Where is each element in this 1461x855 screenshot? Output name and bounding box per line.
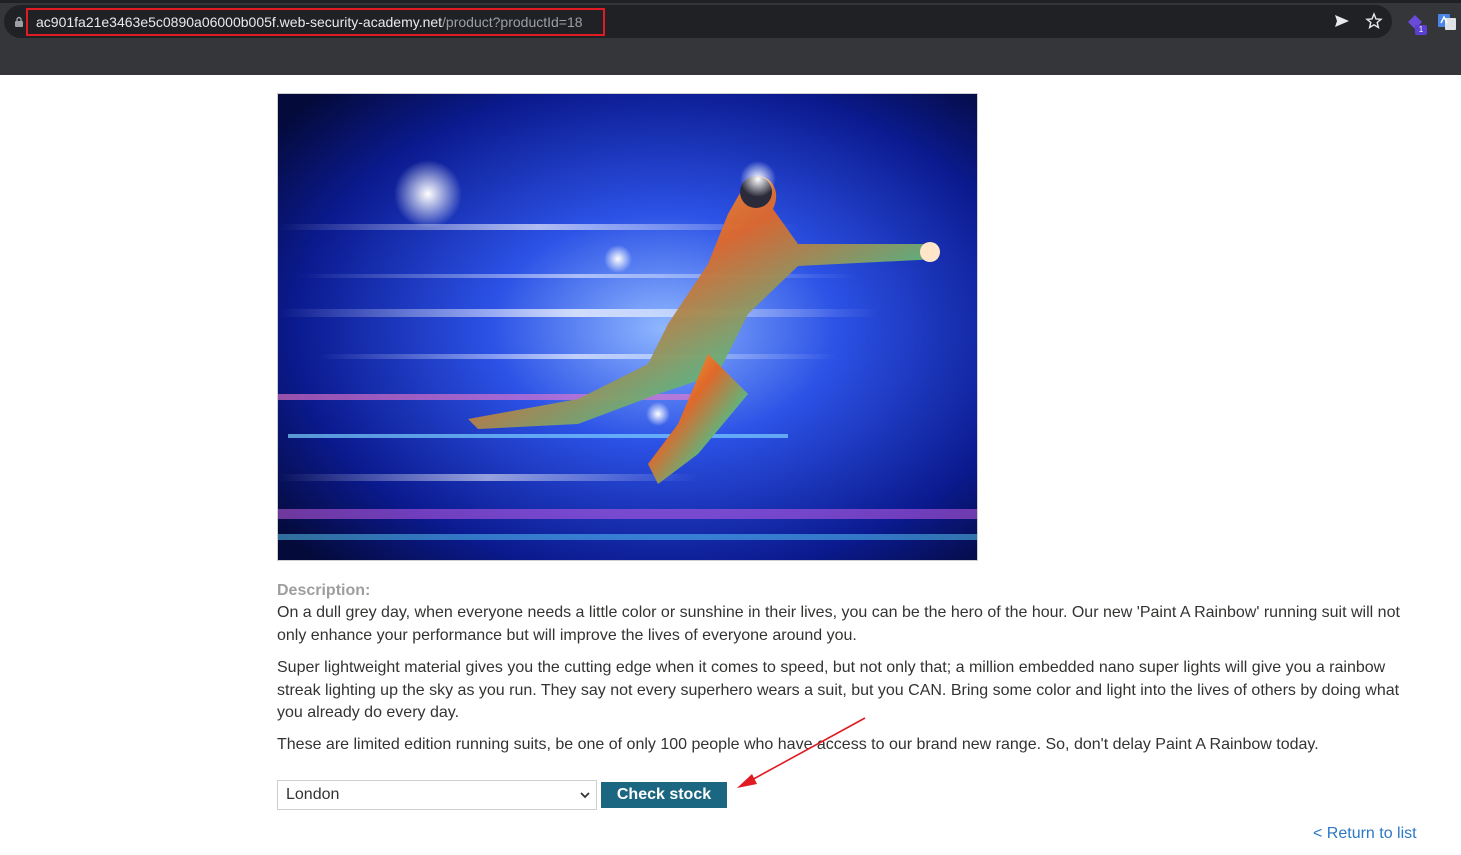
extension-badge: 1 (1415, 25, 1427, 35)
url-host: ac901fa21e3463e5c0890a06000b005f.web-sec… (36, 14, 443, 30)
description-label: Description: (277, 582, 371, 599)
store-select[interactable]: London (277, 780, 597, 810)
description-paragraph: On a dull grey day, when everyone needs … (277, 604, 1400, 644)
product-image (277, 93, 978, 561)
bookmark-star-icon[interactable] (1365, 12, 1383, 30)
lock-icon (15, 16, 23, 27)
store-select-value: London (286, 786, 340, 803)
browser-toolbar: ac901fa21e3463e5c0890a06000b005f.web-sec… (0, 0, 1461, 75)
url-path: /product?productId=18 (442, 14, 583, 30)
runner-illustration (278, 94, 977, 560)
translate-icon[interactable] (1437, 12, 1457, 32)
description-paragraph: Super lightweight material gives you the… (277, 659, 1400, 721)
description-paragraph: These are limited edition running suits,… (277, 736, 1319, 753)
send-tab-icon[interactable] (1333, 12, 1351, 30)
tab-strip (0, 0, 1461, 3)
check-stock-button[interactable]: Check stock (601, 782, 727, 808)
url-text[interactable]: ac901fa21e3463e5c0890a06000b005f.web-sec… (36, 14, 583, 31)
chevron-down-icon (580, 792, 590, 799)
return-to-list-link[interactable]: < Return to list (1313, 824, 1417, 843)
